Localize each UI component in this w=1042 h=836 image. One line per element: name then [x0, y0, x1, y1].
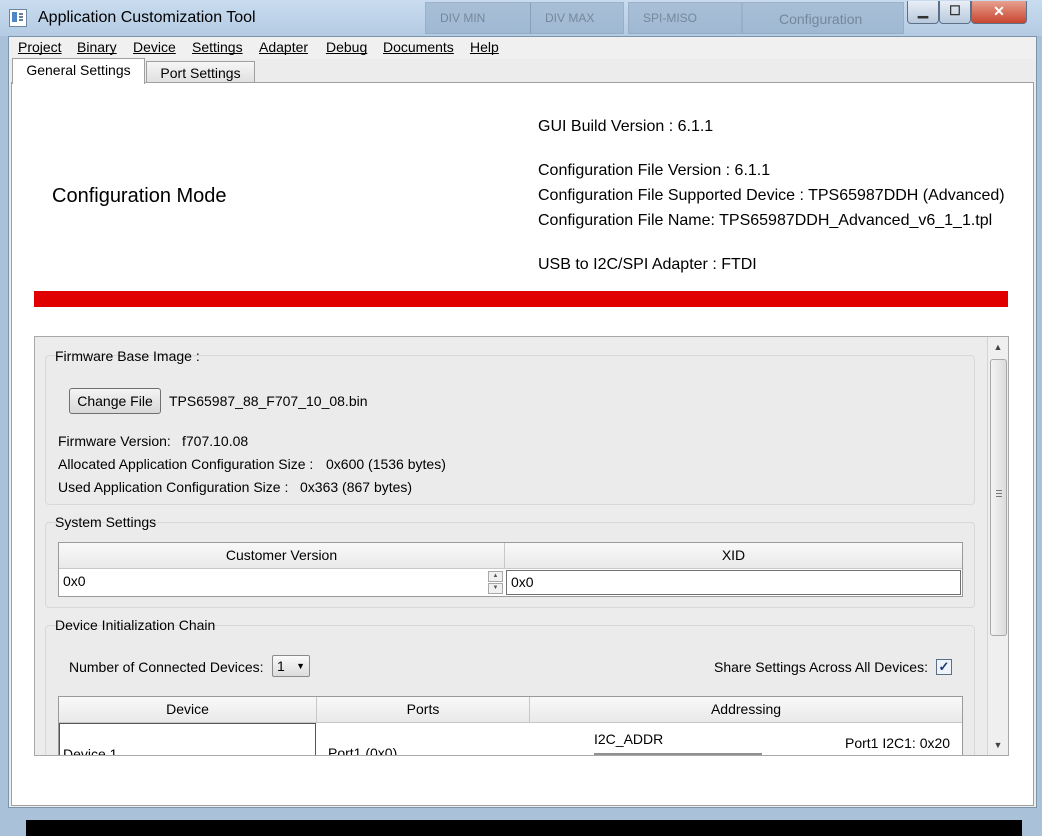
background-window-label: DIV MIN: [440, 11, 486, 25]
change-file-button[interactable]: Change File: [69, 388, 161, 414]
addressing-value: Port1 I2C1: 0x20: [845, 735, 951, 751]
settings-scroll-area[interactable]: Firmware Base Image : Change File TPS659…: [34, 336, 1009, 756]
menu-documents[interactable]: Documents: [383, 39, 454, 55]
spin-up-icon[interactable]: ▲: [488, 571, 503, 582]
menu-settings[interactable]: Settings: [192, 39, 243, 55]
scroll-down-icon[interactable]: ▼: [988, 737, 1008, 753]
configuration-mode-label: Configuration Mode: [52, 185, 227, 207]
gui-build-version: GUI Build Version : 6.1.1: [538, 118, 714, 135]
config-file-name: Configuration File Name: TPS65987DDH_Adv…: [538, 212, 993, 229]
menu-device[interactable]: Device: [133, 39, 176, 55]
close-button[interactable]: ✕: [971, 1, 1027, 24]
vertical-scrollbar[interactable]: ▲ ▼: [987, 337, 1008, 755]
addressing-field[interactable]: [594, 753, 762, 755]
status-bar-black: [26, 820, 1022, 836]
background-window-tab: SPI-MISO: [628, 2, 742, 34]
app-icon: [9, 9, 27, 27]
menu-adapter[interactable]: Adapter: [259, 39, 308, 55]
used-size-label: Used Application Configuration Size :: [58, 479, 289, 495]
scroll-up-icon[interactable]: ▲: [988, 339, 1008, 355]
menu-help[interactable]: Help: [470, 39, 499, 55]
ports-value: Port1 (0x0): [328, 745, 398, 756]
allocated-size-label: Allocated Application Configuration Size…: [58, 456, 314, 472]
window-title: Application Customization Tool: [38, 9, 256, 26]
customer-version-spinner[interactable]: ▲ ▼: [488, 571, 503, 594]
column-header-customer-version[interactable]: Customer Version: [59, 543, 505, 569]
menu-debug[interactable]: Debug: [326, 39, 367, 55]
app-window: Project Binary Device Settings Adapter D…: [8, 36, 1037, 836]
firmware-version-label: Firmware Version:: [58, 433, 171, 449]
firmware-version-value: f707.10.08: [182, 433, 249, 449]
tab-general-settings[interactable]: General Settings: [12, 58, 145, 84]
used-size-value: 0x363 (867 bytes): [300, 479, 413, 495]
connected-devices-select[interactable]: 1 ▼: [272, 655, 310, 677]
scroll-thumb[interactable]: [990, 359, 1007, 636]
device-name: Device 1: [63, 746, 118, 756]
background-window-tab: Configuration: [742, 2, 904, 34]
general-settings-panel: Configuration Mode GUI Build Version : 6…: [11, 82, 1034, 836]
background-window-label: SPI-MISO: [643, 11, 698, 25]
grip-icon: [996, 490, 1002, 491]
adapter-info: USB to I2C/SPI Adapter : FTDI: [538, 256, 757, 273]
menu-bar: Project Binary Device Settings Adapter D…: [9, 37, 1036, 59]
column-header-device[interactable]: Device: [59, 697, 317, 723]
status-bar-red: [34, 291, 1008, 307]
device-cell[interactable]: Device 1: [59, 723, 316, 756]
title-bar: DIV MIN DIV MAX SPI-MISO Configuration A…: [0, 0, 1042, 36]
firmware-group-title: Firmware Base Image :: [55, 348, 200, 364]
xid-input[interactable]: 0x0: [506, 570, 961, 595]
firmware-file-name: TPS65987_88_F707_10_08.bin: [169, 393, 368, 409]
minimize-button[interactable]: ▁: [907, 1, 939, 24]
background-window-label: Configuration: [779, 11, 863, 27]
menu-binary[interactable]: Binary: [77, 39, 117, 55]
chevron-down-icon: ▼: [296, 661, 305, 671]
background-window-label: DIV MAX: [545, 11, 595, 25]
customer-version-input[interactable]: 0x0: [59, 570, 487, 594]
background-window-tab: DIV MAX: [530, 2, 624, 34]
connected-devices-value: 1: [277, 658, 285, 674]
config-supported-device: Configuration File Supported Device : TP…: [538, 187, 1005, 204]
background-window-tab: DIV MIN: [425, 2, 531, 34]
share-settings-checkbox[interactable]: ✓: [936, 659, 952, 675]
device-chain-title: Device Initialization Chain: [55, 617, 216, 633]
menu-project[interactable]: Project: [18, 39, 62, 55]
column-header-addressing[interactable]: Addressing: [530, 697, 962, 723]
addressing-header: I2C_ADDR: [594, 731, 664, 747]
maximize-button[interactable]: ☐: [939, 1, 971, 24]
connected-devices-label: Number of Connected Devices:: [69, 659, 264, 675]
allocated-size-value: 0x600 (1536 bytes): [326, 456, 446, 472]
device-chain-table: Device Ports Addressing Device 1 Port1 (…: [58, 696, 963, 756]
config-file-version: Configuration File Version : 6.1.1: [538, 162, 771, 179]
share-settings-label: Share Settings Across All Devices:: [714, 659, 928, 675]
column-header-ports[interactable]: Ports: [317, 697, 530, 723]
system-settings-table: Customer Version XID 0x0 ▲ ▼ 0x0: [58, 542, 963, 597]
column-header-xid[interactable]: XID: [505, 543, 962, 569]
system-settings-title: System Settings: [55, 514, 157, 530]
spin-down-icon[interactable]: ▼: [488, 583, 503, 594]
